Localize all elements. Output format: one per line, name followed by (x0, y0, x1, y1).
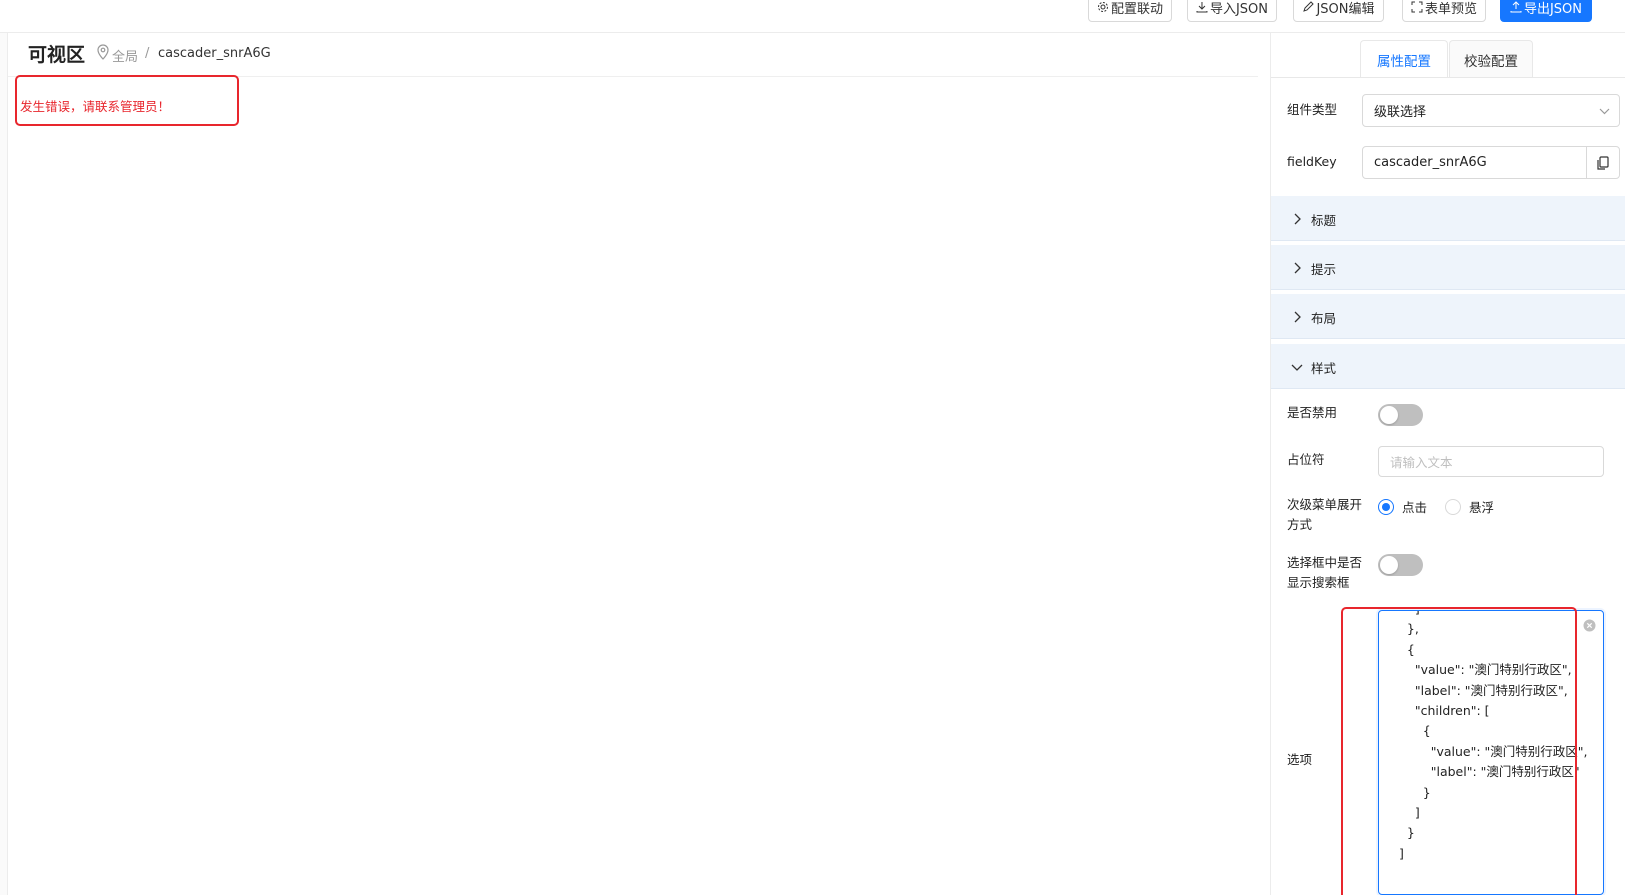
switch-knob (1380, 556, 1398, 574)
clear-icon[interactable] (1583, 619, 1596, 632)
form-preview-label: 表单预览 (1424, 1, 1477, 17)
breadcrumb-separator: / (145, 46, 150, 61)
export-json-button[interactable]: 导出JSON (1500, 0, 1592, 22)
configure-linkage-button[interactable]: 配置联动 (1088, 0, 1172, 22)
section-label: 提示 (1311, 262, 1337, 277)
download-icon (1196, 2, 1208, 13)
fullscreen-icon (1411, 1, 1423, 13)
chevron-right-icon (1294, 262, 1301, 274)
tab-label: 校验配置 (1464, 53, 1518, 70)
chevron-right-icon (1294, 311, 1301, 323)
disabled-switch[interactable] (1378, 404, 1423, 426)
edit-icon (1303, 1, 1315, 12)
tab-validation-config[interactable]: 校验配置 (1449, 40, 1533, 78)
radio-click[interactable] (1378, 499, 1394, 515)
component-type-select[interactable]: 级联选择 (1362, 94, 1620, 127)
show-search-label: 选择框中是否显示搜索框 (1287, 555, 1363, 590)
configure-linkage-label: 配置联动 (1110, 1, 1163, 17)
location-pin-icon (97, 44, 109, 60)
tabs-baseline (1271, 77, 1625, 78)
section-title[interactable]: 标题 (1271, 196, 1625, 241)
placeholder-label: 占位符 (1287, 452, 1325, 467)
radio-click-label[interactable]: 点击 (1402, 497, 1427, 516)
section-layout[interactable]: 布局 (1271, 294, 1625, 339)
upload-icon (1510, 1, 1522, 13)
options-label: 选项 (1287, 752, 1313, 767)
top-toolbar: 配置联动 导入JSON JSON编辑 表单预览 导出JSON (0, 0, 1625, 33)
form-preview-button[interactable]: 表单预览 (1402, 0, 1486, 22)
field-key-value: cascader_snrA6G (1374, 155, 1487, 170)
json-edit-label: JSON编辑 (1316, 1, 1375, 17)
placeholder-input[interactable]: 请输入文本 (1378, 446, 1604, 477)
canvas-title: 可视区 (28, 44, 86, 66)
switch-knob (1380, 406, 1398, 424)
disabled-label: 是否禁用 (1287, 405, 1338, 420)
radio-hover[interactable] (1445, 499, 1461, 515)
import-json-button[interactable]: 导入JSON (1187, 0, 1277, 22)
copy-icon (1597, 155, 1609, 170)
field-key-input[interactable]: cascader_snrA6G (1362, 146, 1587, 179)
section-style[interactable]: 样式 (1271, 344, 1625, 389)
section-hint[interactable]: 提示 (1271, 245, 1625, 290)
radio-hover-label[interactable]: 悬浮 (1469, 497, 1494, 516)
gear-icon (1097, 2, 1108, 12)
component-type-value: 级联选择 (1374, 105, 1427, 120)
copy-button[interactable] (1586, 146, 1620, 179)
expand-trigger-label: 次级菜单展开方式 (1287, 497, 1363, 532)
import-json-label: 导入JSON (1209, 1, 1268, 17)
tab-property-config[interactable]: 属性配置 (1360, 40, 1448, 78)
breadcrumb-current: cascader_snrA6G (158, 46, 271, 61)
error-message: 发生错误，请联系管理员！ (20, 99, 171, 114)
field-key-label: fieldKey (1287, 154, 1337, 169)
tab-label: 属性配置 (1377, 53, 1431, 70)
export-json-label: 导出JSON (1523, 1, 1583, 17)
chevron-down-icon (1599, 108, 1610, 115)
json-edit-button[interactable]: JSON编辑 (1293, 0, 1384, 22)
chevron-down-icon (1291, 364, 1303, 371)
show-search-switch[interactable] (1378, 554, 1423, 576)
section-label: 布局 (1311, 311, 1337, 326)
left-sidebar-edge (0, 33, 8, 895)
placeholder-hint: 请输入文本 (1390, 455, 1453, 470)
component-type-label: 组件类型 (1287, 102, 1338, 117)
section-label: 样式 (1311, 361, 1337, 376)
section-label: 标题 (1311, 213, 1337, 228)
breadcrumb-root[interactable]: 全局 (112, 46, 138, 65)
options-highlight-box (1341, 607, 1577, 895)
chevron-right-icon (1294, 213, 1301, 225)
panel-divider (1270, 33, 1271, 895)
